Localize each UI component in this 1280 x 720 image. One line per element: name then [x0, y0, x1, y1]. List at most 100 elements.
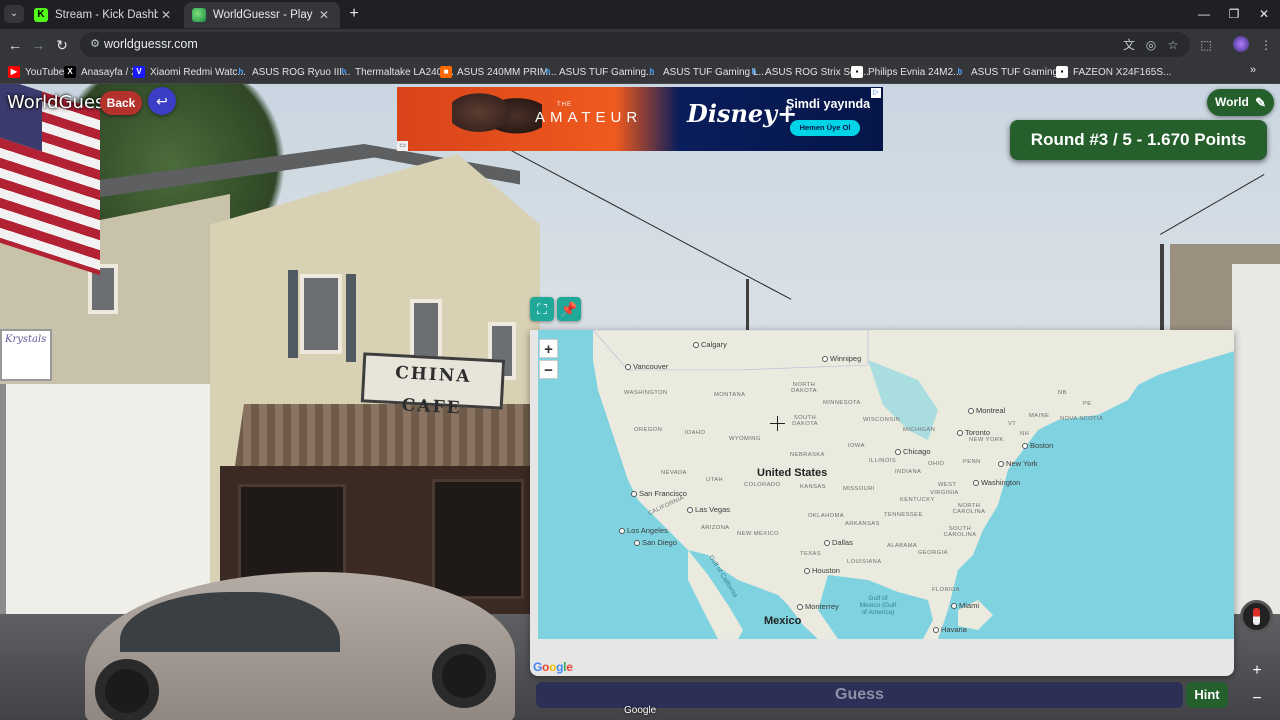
- eye-off-icon[interactable]: ◎: [1143, 37, 1159, 53]
- bookmark-philips[interactable]: ▪ Philips Evnia 24M2...: [851, 64, 961, 80]
- map-state-label: ALABAMA: [887, 543, 918, 549]
- shutter: [346, 274, 356, 362]
- map-state-label: NEVADA: [661, 470, 687, 476]
- map-state-label: INDIANA: [895, 469, 922, 475]
- return-to-start-button[interactable]: ↩: [148, 87, 176, 115]
- ad-marker-icon: ▭: [397, 141, 408, 151]
- close-window-icon[interactable]: ✕: [1248, 0, 1280, 29]
- map-state-label: WYOMING: [729, 436, 761, 442]
- ad-banner[interactable]: THE AMATEUR Disney+ Şimdi yayında Hemen Ü…: [397, 87, 883, 151]
- guess-map[interactable]: [538, 330, 1234, 639]
- translate-icon[interactable]: 文: [1121, 37, 1137, 53]
- map-state-label: PE: [1083, 401, 1092, 407]
- map-state-label: SOUTH CAROLINA: [943, 526, 977, 538]
- tab-worldguessr[interactable]: WorldGuessr - Play Geoguessr Free ✕: [184, 2, 340, 28]
- map-city-label: Boston: [1022, 441, 1053, 450]
- map-state-label: NOVA SCOTIA: [1060, 416, 1104, 422]
- pin-map-button[interactable]: 📌: [557, 297, 581, 321]
- zoom-in-button[interactable]: +: [539, 339, 558, 358]
- kick-icon: K: [34, 8, 48, 22]
- ad-headline: Şimdi yayında: [786, 97, 871, 111]
- zoom-out-button[interactable]: −: [539, 360, 558, 379]
- restore-icon[interactable]: ❐: [1218, 0, 1250, 29]
- tab-search-chevron-icon[interactable]: ⌄: [4, 5, 24, 23]
- map-country-label-us: United States: [757, 467, 828, 479]
- worldguessr-icon: [192, 8, 206, 22]
- browser-tab-strip: ⌄ K Stream - Kick Dashboard ✕ WorldGuess…: [0, 0, 1280, 29]
- guess-map-panel[interactable]: Google: [530, 330, 1234, 676]
- map-state-label: MISSOURI: [843, 486, 875, 492]
- map-state-label: VT: [1008, 421, 1017, 427]
- back-button[interactable]: Back: [100, 91, 142, 115]
- h-icon: h: [751, 67, 757, 76]
- bookmark-asus-ryuo[interactable]: h ASUS ROG Ryuo III...: [235, 64, 351, 80]
- bookmark-x[interactable]: X Anasayfa / X: [64, 64, 138, 80]
- shop-sign-krystals: Krystals: [0, 329, 52, 381]
- map-city-label: Miami: [951, 601, 979, 610]
- map-state-label: IOWA: [848, 443, 865, 449]
- map-state-label: MINNESOTA: [823, 400, 861, 406]
- bookmark-asus-tuf-3[interactable]: h ASUS TUF Gaming...: [954, 64, 1067, 80]
- map-state-label: COLORADO: [744, 482, 781, 488]
- bookmark-thermaltake[interactable]: h Thermaltake LA240-...: [338, 64, 454, 80]
- ad-info-icon[interactable]: ▷: [871, 88, 881, 98]
- browser-menu-icon[interactable]: ⋮: [1258, 37, 1274, 53]
- north-america-land: [593, 330, 1234, 639]
- map-state-label: NEW MEXICO: [737, 531, 780, 537]
- map-state-label: ARIZONA: [701, 525, 730, 531]
- extensions-icon[interactable]: ⬚: [1198, 37, 1214, 53]
- ad-cta-button[interactable]: Hemen Üye Ol: [790, 120, 860, 136]
- tab-kick-dashboard[interactable]: K Stream - Kick Dashboard ✕: [26, 2, 182, 28]
- ad-title: THE AMATEUR: [535, 102, 643, 126]
- hint-button[interactable]: Hint: [1186, 682, 1228, 708]
- expand-map-button[interactable]: ⛶: [530, 297, 554, 321]
- bookmark-asus-240mm[interactable]: ■ ASUS 240MM PRIM...: [440, 64, 556, 80]
- h-icon: h: [649, 67, 655, 76]
- close-tab-icon[interactable]: ✕: [316, 8, 332, 22]
- screen: ⌄ K Stream - Kick Dashboard ✕ WorldGuess…: [0, 0, 1280, 720]
- compass-icon[interactable]: [1240, 600, 1273, 633]
- bookmark-star-icon[interactable]: ☆: [1165, 37, 1181, 53]
- sv-zoom-out-icon[interactable]: −: [1248, 690, 1266, 708]
- map-selector-button[interactable]: World ✎: [1207, 89, 1274, 116]
- orange-icon: ■: [440, 66, 452, 78]
- site-info-icon[interactable]: ⚙: [88, 37, 102, 51]
- map-city-label: Dallas: [824, 538, 853, 547]
- forward-arrow-icon[interactable]: →: [27, 34, 49, 56]
- return-arrow-icon: ↩: [156, 93, 168, 109]
- minimize-icon[interactable]: —: [1188, 0, 1220, 29]
- google-footer-logo: Google: [624, 705, 657, 716]
- profile-avatar[interactable]: [1233, 36, 1249, 52]
- bookmarks-overflow-icon[interactable]: »: [1250, 64, 1256, 76]
- bookmark-asus-tuf-1[interactable]: h ASUS TUF Gaming...: [542, 64, 655, 80]
- map-country-label-mexico: Mexico: [764, 615, 802, 627]
- power-line: [1160, 174, 1265, 235]
- reload-icon[interactable]: ↻: [51, 34, 73, 56]
- google-logo: Google: [533, 660, 573, 674]
- back-arrow-icon[interactable]: ←: [4, 34, 26, 56]
- bookmark-fazeon[interactable]: ▪ FAZEON X24F165S...: [1056, 64, 1171, 80]
- shop-window: [432, 479, 524, 599]
- map-state-label: GEORGIA: [918, 550, 948, 556]
- new-tab-button[interactable]: +: [344, 4, 364, 24]
- fullscreen-icon: ⛶: [537, 301, 547, 317]
- map-state-label: ARKANSAS: [845, 521, 880, 527]
- map-state-label: PENN: [963, 459, 981, 465]
- browser-toolbar: ← → ↻ ⚙ worldguessr.com 文 ◎ ☆ ⬚ ⋮: [0, 29, 1280, 60]
- pencil-icon: ✎: [1255, 95, 1266, 110]
- map-city-label: Houston: [804, 566, 840, 575]
- sv-zoom-in-icon[interactable]: +: [1248, 662, 1266, 680]
- map-state-label: FLORIDA: [932, 587, 960, 593]
- map-city-label: Winnipeg: [822, 354, 861, 363]
- map-state-label: WEST: [938, 482, 957, 488]
- map-landmass: [592, 330, 1234, 639]
- map-city-label: Toronto: [957, 428, 990, 437]
- ph-icon: ▪: [851, 66, 863, 78]
- bookmark-youtube[interactable]: ▶ YouTube: [8, 64, 64, 80]
- car-wheel: [95, 659, 159, 720]
- close-tab-icon[interactable]: ✕: [158, 8, 174, 22]
- map-state-label: NORTH DAKOTA: [791, 382, 817, 394]
- address-bar[interactable]: ⚙ worldguessr.com 文 ◎ ☆: [80, 32, 1190, 57]
- bookmark-xiaomi[interactable]: V Xiaomi Redmi Watc...: [133, 64, 246, 80]
- map-state-label: TEXAS: [800, 551, 822, 557]
